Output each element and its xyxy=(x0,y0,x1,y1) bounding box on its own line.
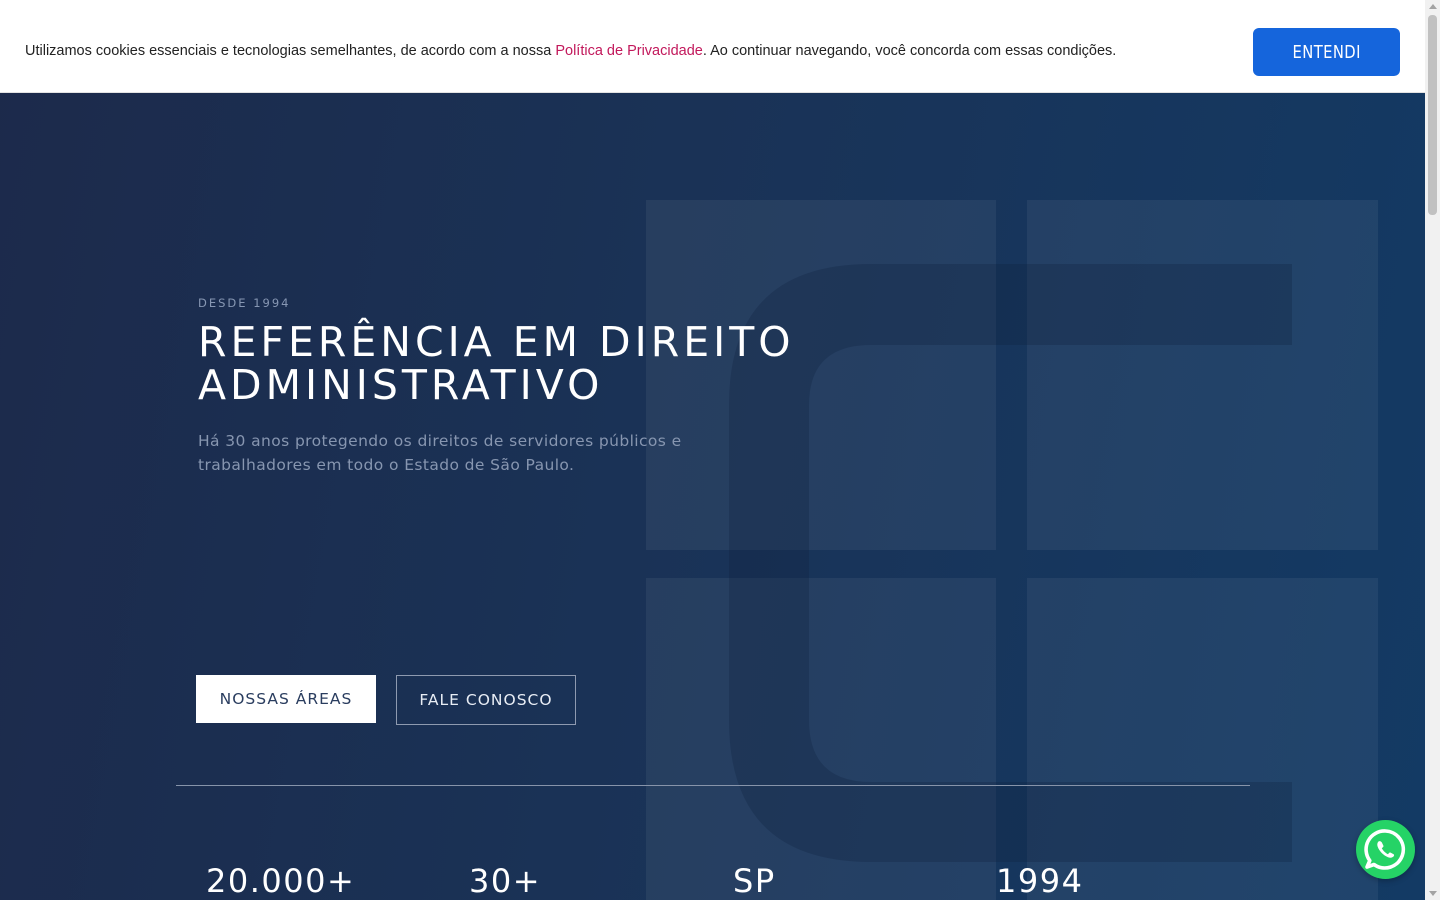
cookie-accept-button[interactable]: ENTENDI xyxy=(1253,28,1400,76)
nossas-areas-button[interactable]: NOSSAS ÁREAS xyxy=(196,675,376,723)
privacy-policy-link[interactable]: Política de Privacidade xyxy=(555,43,703,59)
stats-divider xyxy=(176,785,1250,786)
cookie-text-after: . Ao continuar navegando, você concorda … xyxy=(702,43,1117,59)
stat-years-value: 30+ xyxy=(469,862,542,900)
cookie-message: Utilizamos cookies essenciais e tecnolog… xyxy=(25,43,1116,59)
hero-subtitle-line-2: trabalhadores em todo o Estado de São Pa… xyxy=(198,456,575,474)
vertical-scrollbar[interactable] xyxy=(1425,0,1440,900)
hero-subtitle-line-1: Há 30 anos protegendo os direitos de ser… xyxy=(198,432,682,450)
scrollbar-thumb[interactable] xyxy=(1428,15,1437,215)
whatsapp-button[interactable] xyxy=(1356,820,1415,879)
hero-headline-line-2: ADMINISTRATIVO xyxy=(198,361,604,409)
cookie-text-before: Utilizamos cookies essenciais e tecnolog… xyxy=(25,43,556,59)
hero-headline: REFERÊNCIA EM DIREITO ADMINISTRATIVO xyxy=(198,321,898,407)
hero-headline-line-1: REFERÊNCIA EM DIREITO xyxy=(198,318,795,366)
stat-founded-value: 1994 xyxy=(996,862,1084,900)
scroll-up-arrow-icon[interactable] xyxy=(1429,4,1437,9)
hero-eyebrow: DESDE 1994 xyxy=(198,296,291,310)
fale-conosco-button[interactable]: FALE CONOSCO xyxy=(396,675,576,725)
scroll-down-arrow-icon[interactable] xyxy=(1429,891,1437,896)
stat-state-value: SP xyxy=(733,862,776,900)
whatsapp-icon xyxy=(1364,829,1406,870)
hero-subtitle: Há 30 anos protegendo os direitos de ser… xyxy=(198,429,718,477)
stat-clients-value: 20.000+ xyxy=(206,862,356,900)
brand-logo-mark xyxy=(646,200,1378,900)
cookie-banner: Utilizamos cookies essenciais e tecnolog… xyxy=(0,0,1425,93)
hero-section: DESDE 1994 REFERÊNCIA EM DIREITO ADMINIS… xyxy=(0,0,1425,900)
cookie-accept-label: ENTENDI xyxy=(1292,41,1361,63)
